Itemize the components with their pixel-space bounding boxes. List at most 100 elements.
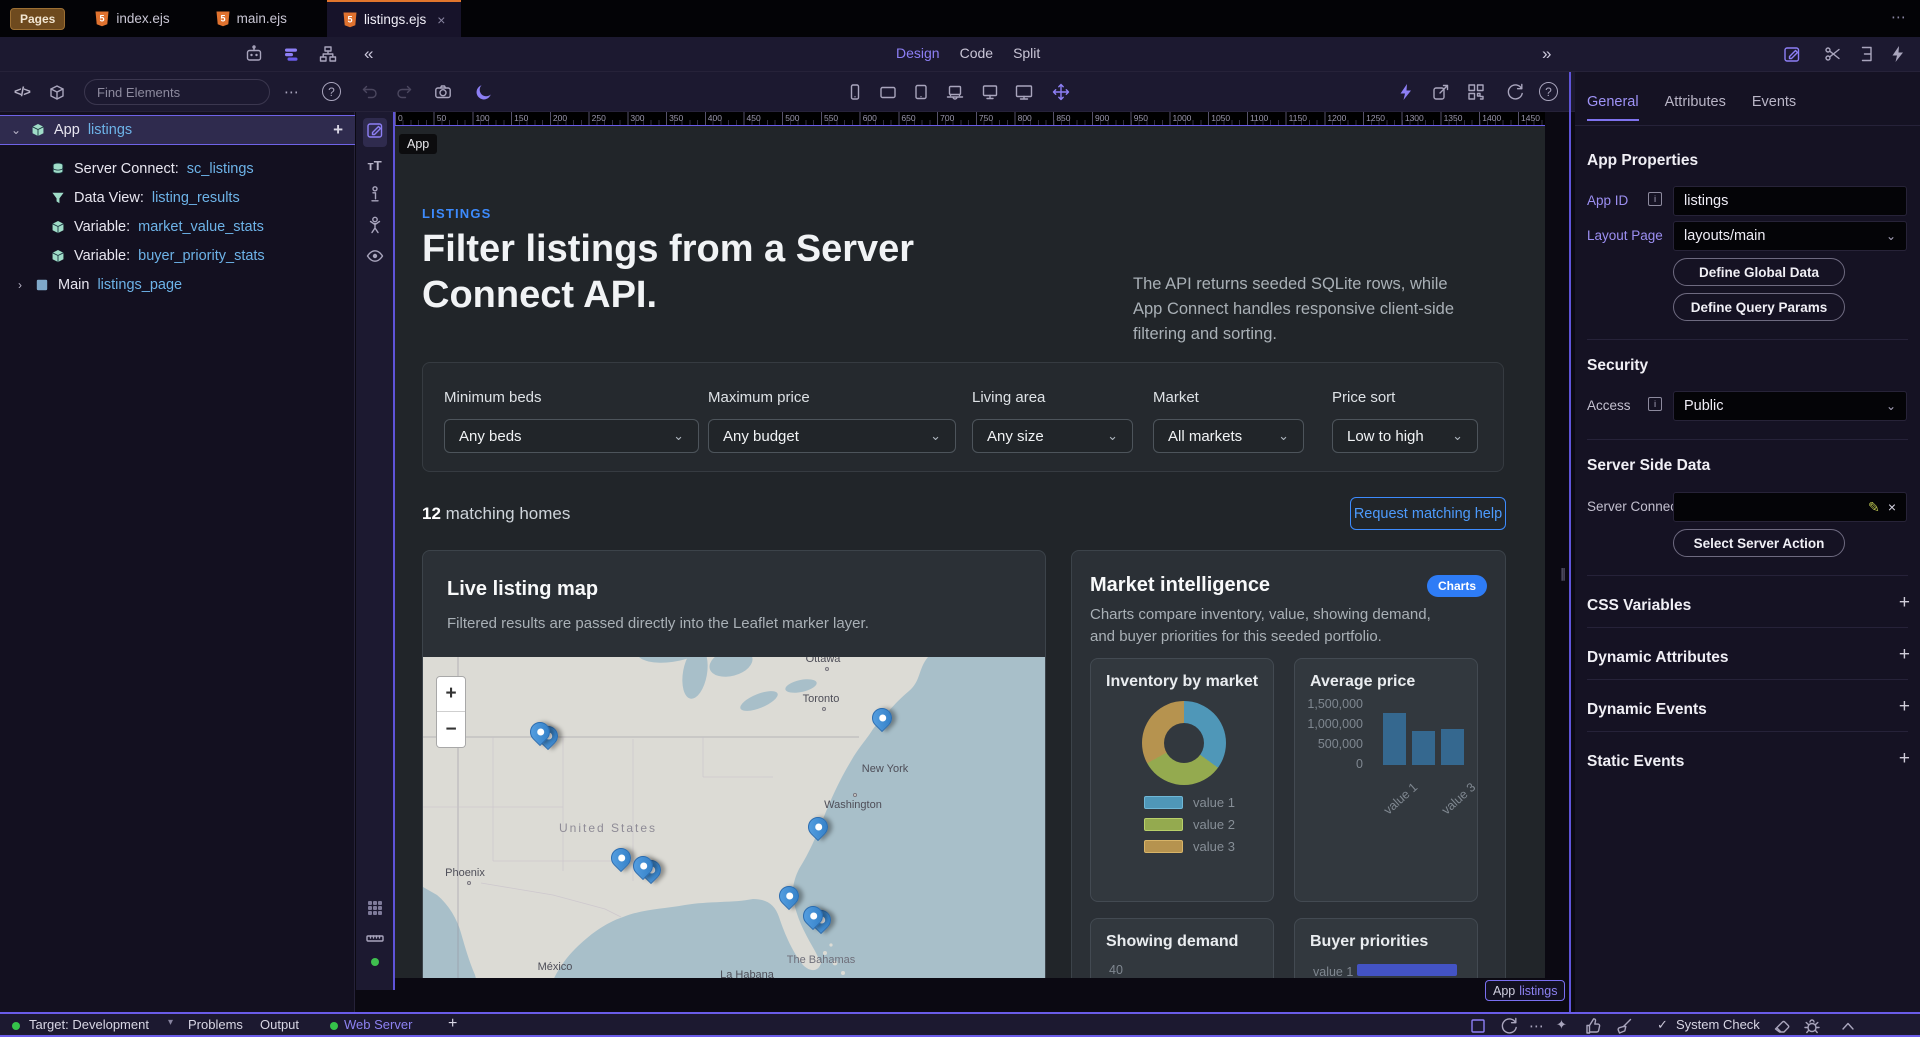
refresh-icon[interactable] <box>1499 1016 1519 1036</box>
resize-move-icon[interactable] <box>1051 82 1071 102</box>
ruler-icon[interactable] <box>365 928 385 948</box>
resize-grip-icon[interactable]: ∥ <box>1560 566 1565 582</box>
status-more-icon[interactable]: ⋯ <box>1529 1017 1545 1035</box>
select-frame-icon[interactable] <box>1468 1016 1488 1036</box>
problems-button[interactable]: Problems <box>188 1017 243 1032</box>
window-more-icon[interactable]: ⋯ <box>1891 8 1908 26</box>
add-icon[interactable]: + <box>1899 592 1910 614</box>
collapse-left-icon[interactable]: « <box>364 44 373 64</box>
scissors-icon[interactable] <box>1823 44 1843 64</box>
max-price-select[interactable]: Any budget⌄ <box>708 419 956 453</box>
min-beds-select[interactable]: Any beds⌄ <box>444 419 699 453</box>
undo-icon[interactable] <box>360 82 380 102</box>
device-tablet-icon[interactable] <box>911 82 931 102</box>
close-tab-icon[interactable]: × <box>437 12 445 28</box>
web-server-button[interactable]: Web Server <box>344 1017 412 1032</box>
section-dynamic-events[interactable]: Dynamic Events <box>1587 701 1707 719</box>
tree-item-app-root[interactable]: ⌄ App listings + <box>0 115 355 145</box>
dynamic-data-bolt-icon[interactable] <box>1396 82 1416 102</box>
panel-resize-divider[interactable] <box>1569 72 1571 1012</box>
zoom-in-button[interactable]: + <box>437 677 465 712</box>
target-selector[interactable]: Target: Development <box>29 1017 149 1032</box>
tree-item-variable-buyer[interactable]: Variable: buyer_priority_stats <box>0 241 355 270</box>
mode-split[interactable]: Split <box>1013 45 1040 61</box>
select-server-action-button[interactable]: Select Server Action <box>1673 529 1845 557</box>
leaflet-map[interactable]: OttawaTorontoNew YorkWashingtonUnited St… <box>423 657 1045 978</box>
price-sort-select[interactable]: Low to high⌄ <box>1332 419 1478 453</box>
accessibility-person-icon[interactable] <box>365 215 385 235</box>
mode-design[interactable]: Design <box>896 45 940 61</box>
add-component-icon[interactable]: + <box>333 120 343 140</box>
open-in-browser-icon[interactable] <box>1431 82 1451 102</box>
system-check-button[interactable]: System Check <box>1676 1017 1760 1032</box>
device-phone-icon[interactable] <box>845 82 865 102</box>
device-laptop-icon[interactable] <box>945 82 965 102</box>
design-canvas[interactable]: App LISTINGS Filter listings from a Serv… <box>395 125 1545 978</box>
chevron-down-icon[interactable]: ⌄ <box>10 123 22 137</box>
info-person-icon[interactable] <box>365 184 385 204</box>
events-bolt-icon[interactable] <box>1888 44 1908 64</box>
chevron-up-icon[interactable] <box>1838 1016 1858 1036</box>
eraser-icon[interactable] <box>1772 1016 1792 1036</box>
section-static-events[interactable]: Static Events <box>1587 753 1684 771</box>
expand-right-icon[interactable]: » <box>1542 44 1551 64</box>
tree-more-icon[interactable]: ⋯ <box>284 83 300 101</box>
qr-code-icon[interactable] <box>1466 82 1486 102</box>
request-help-button[interactable]: Request matching help <box>1350 497 1506 530</box>
edit-mode-icon[interactable] <box>365 120 385 140</box>
broom-icon[interactable] <box>1614 1016 1634 1036</box>
device-desktop-icon[interactable] <box>980 82 1000 102</box>
element-library-icon[interactable] <box>47 82 67 102</box>
app-id-input[interactable]: listings <box>1673 186 1907 216</box>
pencil-icon[interactable]: ✎ <box>1868 499 1880 515</box>
living-area-select[interactable]: Any size⌄ <box>972 419 1133 453</box>
tab-listings-ejs[interactable]: listings.ejs × <box>327 0 461 37</box>
redo-icon[interactable] <box>394 82 414 102</box>
tab-main-ejs[interactable]: main.ejs <box>200 0 303 37</box>
tree-item-server-connect[interactable]: Server Connect: sc_listings <box>0 154 355 183</box>
section-dynamic-attributes[interactable]: Dynamic Attributes <box>1587 649 1729 667</box>
add-panel-icon[interactable]: + <box>448 1015 457 1033</box>
device-large-screen-icon[interactable] <box>1014 82 1034 102</box>
edit-properties-icon[interactable] <box>1782 44 1802 64</box>
add-icon[interactable]: + <box>1899 644 1910 666</box>
tree-help-icon[interactable]: ? <box>322 82 341 101</box>
mode-code[interactable]: Code <box>960 45 993 61</box>
layout-page-select[interactable]: layouts/main⌄ <box>1673 221 1907 251</box>
dark-mode-moon-icon[interactable] <box>474 82 494 102</box>
thumbs-up-icon[interactable] <box>1584 1016 1604 1036</box>
pages-badge[interactable]: Pages <box>10 8 65 30</box>
grid-icon[interactable] <box>365 898 385 918</box>
clear-icon[interactable]: × <box>1888 499 1896 515</box>
refresh-icon[interactable] <box>1505 82 1525 102</box>
app-breadcrumb-tag[interactable]: Applistings <box>1485 980 1565 1001</box>
screenshot-camera-icon[interactable] <box>433 82 453 102</box>
device-tablet-landscape-icon[interactable] <box>878 82 898 102</box>
tree-item-main-page[interactable]: › Main listings_page <box>0 270 355 299</box>
tab-general[interactable]: General <box>1587 94 1639 121</box>
tree-item-variable-market[interactable]: Variable: market_value_stats <box>0 212 355 241</box>
market-select[interactable]: All markets⌄ <box>1153 419 1304 453</box>
add-icon[interactable]: + <box>1899 748 1910 770</box>
define-query-params-button[interactable]: Define Query Params <box>1673 293 1845 321</box>
tab-index-ejs[interactable]: index.ejs <box>79 0 185 37</box>
add-icon[interactable]: + <box>1899 696 1910 718</box>
zoom-out-button[interactable]: − <box>437 712 465 747</box>
caret-down-icon[interactable]: ▾ <box>168 1017 173 1028</box>
canvas-help-icon[interactable]: ? <box>1539 82 1558 101</box>
chevron-right-icon[interactable]: › <box>14 278 26 292</box>
robot-icon[interactable] <box>244 44 264 64</box>
output-button[interactable]: Output <box>260 1017 299 1032</box>
bug-icon[interactable] <box>1802 1016 1822 1036</box>
tab-attributes[interactable]: Attributes <box>1665 94 1726 121</box>
structure-list-icon[interactable] <box>281 44 301 64</box>
access-select[interactable]: Public⌄ <box>1673 391 1907 421</box>
preview-eye-icon[interactable] <box>365 246 385 266</box>
define-global-data-button[interactable]: Define Global Data <box>1673 258 1845 286</box>
find-elements-input[interactable] <box>84 79 270 105</box>
server-connect-input[interactable]: ✎ × <box>1673 492 1907 522</box>
styles-panel-icon[interactable] <box>1856 44 1876 64</box>
code-view-icon[interactable]: </> <box>14 84 30 99</box>
tree-item-data-view[interactable]: Data View: listing_results <box>0 183 355 212</box>
sitemap-icon[interactable] <box>318 44 338 64</box>
